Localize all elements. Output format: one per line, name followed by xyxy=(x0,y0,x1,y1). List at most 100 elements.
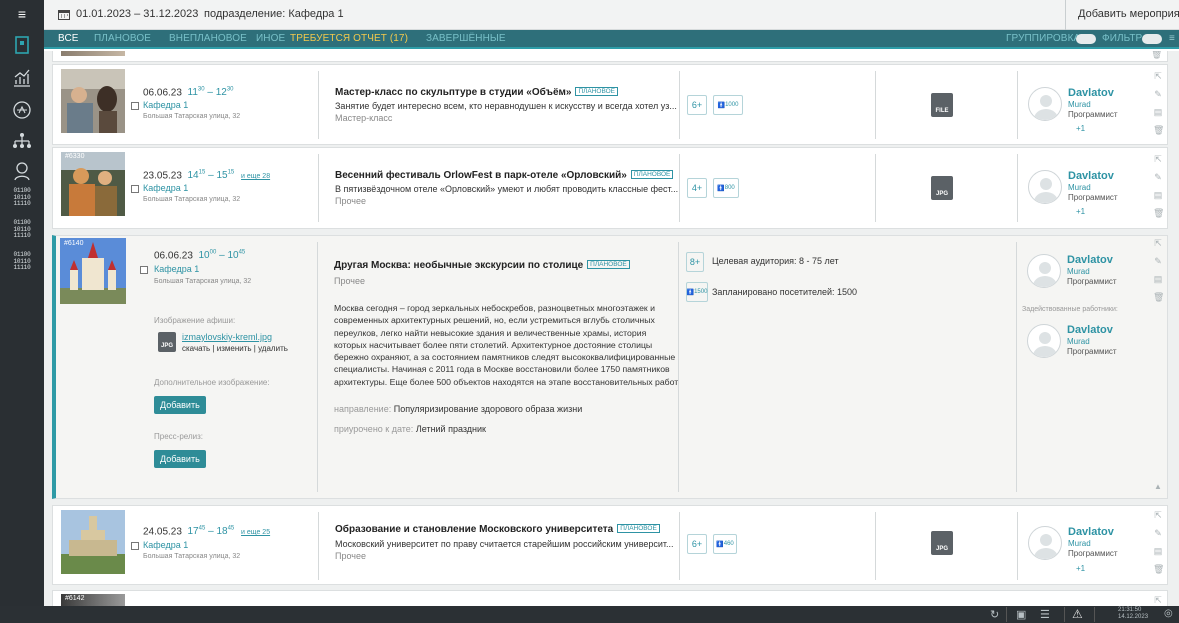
poster-actions[interactable]: скачать | изменить | удалить xyxy=(182,344,288,353)
event-department[interactable]: Кафедра 1 xyxy=(143,540,188,550)
refresh-icon[interactable]: ↻ xyxy=(990,608,999,621)
open-icon[interactable]: ⇱ xyxy=(1153,154,1163,165)
select-checkbox[interactable] xyxy=(140,266,148,274)
edit-icon[interactable]: ✎ xyxy=(1153,256,1163,267)
person-role: Программист xyxy=(1068,193,1118,202)
event-title[interactable]: Весенний фестиваль OrlowFest в парк-отел… xyxy=(335,170,674,181)
avatar[interactable] xyxy=(1028,170,1062,204)
edit-icon[interactable]: ✎ xyxy=(1153,528,1163,539)
more-people[interactable]: +1 xyxy=(1076,564,1085,573)
add-press-release-button[interactable]: Добавить xyxy=(154,450,206,468)
chat-icon[interactable]: ▣ xyxy=(1016,608,1026,621)
poster-file-link[interactable]: izmaylovskiy-kreml.jpg xyxy=(182,332,272,342)
event-card[interactable]: 24.05.23 1745 – 1845 и еще 25 Кафедра 1 … xyxy=(52,505,1168,585)
event-thumbnail xyxy=(61,510,125,574)
event-department[interactable]: Кафедра 1 xyxy=(154,264,199,274)
edit-icon[interactable]: ✎ xyxy=(1153,89,1163,100)
file-icon[interactable]: FILE xyxy=(931,93,953,117)
person-last-name[interactable]: Davlatov xyxy=(1068,526,1114,538)
copy-icon[interactable]: ▤ xyxy=(1153,107,1163,118)
event-title[interactable]: Другая Москва: необычные экскурсии по ст… xyxy=(334,260,630,271)
collapse-icon[interactable]: ▲ xyxy=(1153,482,1163,491)
delete-icon[interactable]: 🗑 xyxy=(1153,292,1164,303)
person-last-name[interactable]: Davlatov xyxy=(1068,87,1114,99)
avatar[interactable] xyxy=(1028,526,1062,560)
bookmark-icon[interactable] xyxy=(0,30,44,60)
delete-icon[interactable]: 🗑 xyxy=(1153,125,1164,136)
worker-avatar[interactable] xyxy=(1027,324,1061,358)
copy-icon[interactable]: ▤ xyxy=(1153,546,1163,557)
tab-other[interactable]: ИНОЕ xyxy=(256,33,285,44)
more-people[interactable]: +1 xyxy=(1076,124,1085,133)
tab-unplanned[interactable]: ВНЕПЛАНОВОЕ xyxy=(169,33,247,44)
filter-toggle[interactable] xyxy=(1142,34,1162,44)
copy-icon[interactable]: ▤ xyxy=(1153,190,1163,201)
user-icon[interactable] xyxy=(0,158,44,184)
event-card[interactable]: #6330 23.05.23 1415 – 1515 и еще 28 Кафе… xyxy=(52,147,1168,229)
avatar[interactable] xyxy=(1027,254,1061,288)
tab-planned[interactable]: ПЛАНОВОЕ xyxy=(94,33,151,44)
event-card[interactable]: 06.06.23 1130 – 1230 Кафедра 1 Большая Т… xyxy=(52,64,1168,145)
more-dates-link[interactable]: и еще 28 xyxy=(241,173,270,180)
help-icon[interactable]: ◎ xyxy=(1164,608,1173,619)
org-structure-icon[interactable] xyxy=(0,128,44,154)
binary-icon-2[interactable]: 01100 10110 11110 xyxy=(0,218,44,242)
event-department[interactable]: Кафедра 1 xyxy=(143,100,188,110)
event-title[interactable]: Мастер-класс по скульптуре в студии «Объ… xyxy=(335,87,619,98)
avatar[interactable] xyxy=(1028,87,1062,121)
binary-icon-3[interactable]: 01100 10110 11110 xyxy=(0,250,44,274)
divider xyxy=(1094,607,1095,622)
event-card-expanded[interactable]: #6140 06.06.23 1000 – 1045 Кафедра 1 Бол… xyxy=(52,235,1168,499)
clock: 21:31:50 14.12.2023 xyxy=(1118,607,1149,620)
delete-icon[interactable]: 🗑 xyxy=(1153,564,1164,575)
visitors-count: 🚹 800 xyxy=(713,178,739,198)
grouping-toggle[interactable] xyxy=(1076,34,1096,44)
select-checkbox[interactable] xyxy=(131,185,139,193)
jpg-file-icon: JPG xyxy=(158,332,176,352)
select-checkbox[interactable] xyxy=(131,542,139,550)
delete-icon[interactable]: 🗑 xyxy=(1153,208,1164,219)
more-dates-link[interactable]: и еще 25 xyxy=(241,529,270,536)
edit-icon[interactable]: ✎ xyxy=(1153,172,1163,183)
event-type-badge: ПЛАНОВОЕ xyxy=(575,87,619,96)
worker-role: Программист xyxy=(1067,347,1117,356)
tab-report-required[interactable]: ТРЕБУЕТСЯ ОТЧЕТ (17) xyxy=(290,33,408,44)
event-id: #6140 xyxy=(64,240,84,247)
tab-finished[interactable]: ЗАВЕРШЁННЫЕ xyxy=(426,33,506,44)
open-icon[interactable]: ⇱ xyxy=(1153,510,1163,521)
tab-all[interactable]: ВСЕ xyxy=(58,33,79,44)
event-category: Прочее xyxy=(335,196,366,206)
copy-icon[interactable]: ▤ xyxy=(1153,274,1163,285)
ribbon-icon[interactable] xyxy=(0,96,44,124)
event-department[interactable]: Кафедра 1 xyxy=(143,183,188,193)
event-card-partial[interactable]: #6142 ⇱ xyxy=(52,590,1168,606)
list-icon[interactable]: ☰ xyxy=(1040,608,1050,621)
more-people[interactable]: +1 xyxy=(1076,207,1085,216)
event-category: Прочее xyxy=(335,551,366,561)
open-icon[interactable]: ⇱ xyxy=(1153,238,1163,249)
event-title[interactable]: Образование и становление Московского ун… xyxy=(335,524,660,535)
department-selector[interactable]: подразделение: Кафедра 1 xyxy=(204,8,344,20)
jpg-file-icon[interactable]: JPG xyxy=(931,176,953,200)
top-bar: 01.01.2023 – 31.12.2023 подразделение: К… xyxy=(44,0,1179,30)
add-event-button[interactable]: Добавить мероприятие xyxy=(1065,0,1179,30)
list-view-icon[interactable]: ≡ xyxy=(1169,33,1175,44)
date-range[interactable]: 01.01.2023 – 31.12.2023 xyxy=(58,8,198,20)
binary-icon-1[interactable]: 01100 10110 11110 xyxy=(0,186,44,210)
delete-icon[interactable]: 🗑 xyxy=(1151,51,1162,60)
open-icon[interactable]: ⇱ xyxy=(1153,71,1163,82)
select-checkbox[interactable] xyxy=(131,102,139,110)
menu-icon[interactable]: ≡ xyxy=(0,3,44,25)
warning-icon[interactable]: ⚠ xyxy=(1072,607,1083,621)
age-limit-badge: 4+ xyxy=(687,178,707,198)
add-extra-image-button[interactable]: Добавить xyxy=(154,396,206,414)
person-last-name[interactable]: Davlatov xyxy=(1067,254,1113,266)
jpg-file-icon[interactable]: JPG xyxy=(931,531,953,555)
open-icon[interactable]: ⇱ xyxy=(1153,595,1163,606)
divider xyxy=(875,154,876,222)
visitors-count: 🚹 1500 xyxy=(686,282,708,302)
event-card-partial[interactable]: 🗑 xyxy=(52,51,1168,62)
worker-last-name[interactable]: Davlatov xyxy=(1067,324,1113,336)
chart-icon[interactable] xyxy=(0,64,44,92)
person-last-name[interactable]: Davlatov xyxy=(1068,170,1114,182)
